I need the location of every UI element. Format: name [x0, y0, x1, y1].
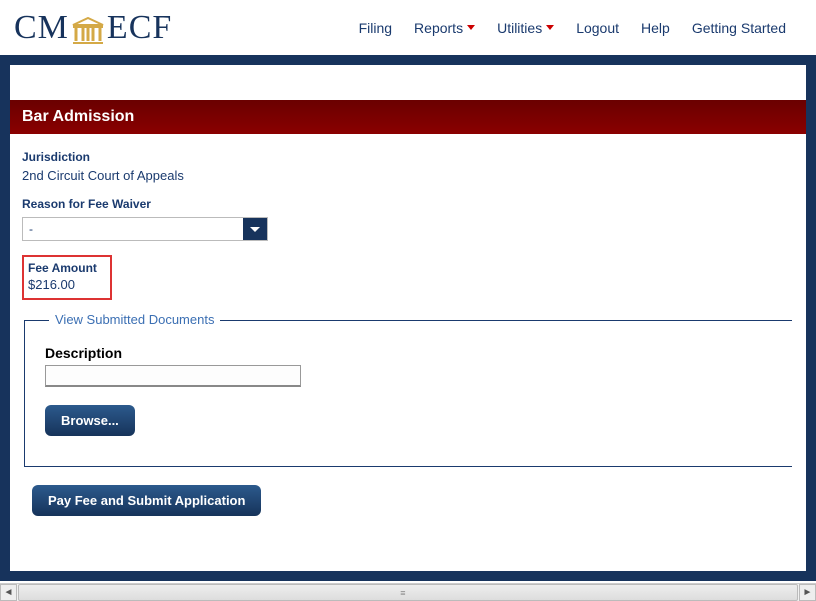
- nav-reports-label: Reports: [414, 20, 463, 36]
- jurisdiction-label: Jurisdiction: [22, 150, 794, 164]
- scroll-grip-icon: ≡: [400, 588, 406, 598]
- pay-and-submit-button[interactable]: Pay Fee and Submit Application: [32, 485, 261, 516]
- nav-help-label: Help: [641, 20, 670, 36]
- dropdown-toggle[interactable]: [243, 218, 267, 240]
- logo-text-ecf: ECF: [107, 9, 172, 47]
- nav-logout[interactable]: Logout: [576, 20, 619, 36]
- main-frame: Bar Admission Jurisdiction 2nd Circuit C…: [0, 55, 816, 581]
- nav-utilities-label: Utilities: [497, 20, 542, 36]
- nav-logout-label: Logout: [576, 20, 619, 36]
- chevron-down-icon: [467, 25, 475, 30]
- fee-waiver-dropdown[interactable]: -: [22, 217, 268, 241]
- description-label: Description: [45, 345, 772, 361]
- page-title: Bar Admission: [10, 100, 806, 134]
- scroll-track[interactable]: ≡: [18, 584, 798, 601]
- nav-getting-started[interactable]: Getting Started: [692, 20, 786, 36]
- content-panel: Bar Admission Jurisdiction 2nd Circuit C…: [10, 65, 806, 571]
- nav-getting-started-label: Getting Started: [692, 20, 786, 36]
- description-input[interactable]: [45, 365, 301, 387]
- scroll-right-arrow[interactable]: ►: [799, 584, 816, 601]
- chevron-down-icon: [546, 25, 554, 30]
- fee-amount-value: $216.00: [28, 277, 106, 292]
- fee-waiver-label: Reason for Fee Waiver: [22, 197, 794, 211]
- nav: Filing Reports Utilities Logout Help Get…: [359, 20, 786, 36]
- jurisdiction-section: Jurisdiction 2nd Circuit Court of Appeal…: [22, 150, 794, 183]
- scroll-left-arrow[interactable]: ◄: [0, 584, 17, 601]
- header: CM ECF Filing Reports Utilities Logout: [0, 0, 816, 55]
- nav-reports[interactable]: Reports: [414, 20, 475, 36]
- fee-waiver-section: Reason for Fee Waiver -: [22, 197, 794, 241]
- courthouse-icon: [71, 16, 105, 44]
- nav-utilities[interactable]: Utilities: [497, 20, 554, 36]
- nav-filing[interactable]: Filing: [359, 20, 392, 36]
- browse-button[interactable]: Browse...: [45, 405, 135, 436]
- chevron-down-icon: [250, 227, 260, 232]
- jurisdiction-value: 2nd Circuit Court of Appeals: [22, 168, 794, 183]
- nav-help[interactable]: Help: [641, 20, 670, 36]
- fee-amount-label: Fee Amount: [28, 261, 106, 275]
- logo-text-cm: CM: [14, 9, 69, 47]
- nav-filing-label: Filing: [359, 20, 392, 36]
- horizontal-scrollbar[interactable]: ◄ ≡ ►: [0, 583, 816, 601]
- fee-amount-box: Fee Amount $216.00: [22, 255, 112, 300]
- documents-fieldset: View Submitted Documents Description Bro…: [24, 320, 792, 467]
- logo: CM ECF: [14, 9, 172, 47]
- fee-waiver-selected: -: [23, 218, 243, 240]
- documents-legend: View Submitted Documents: [49, 312, 220, 327]
